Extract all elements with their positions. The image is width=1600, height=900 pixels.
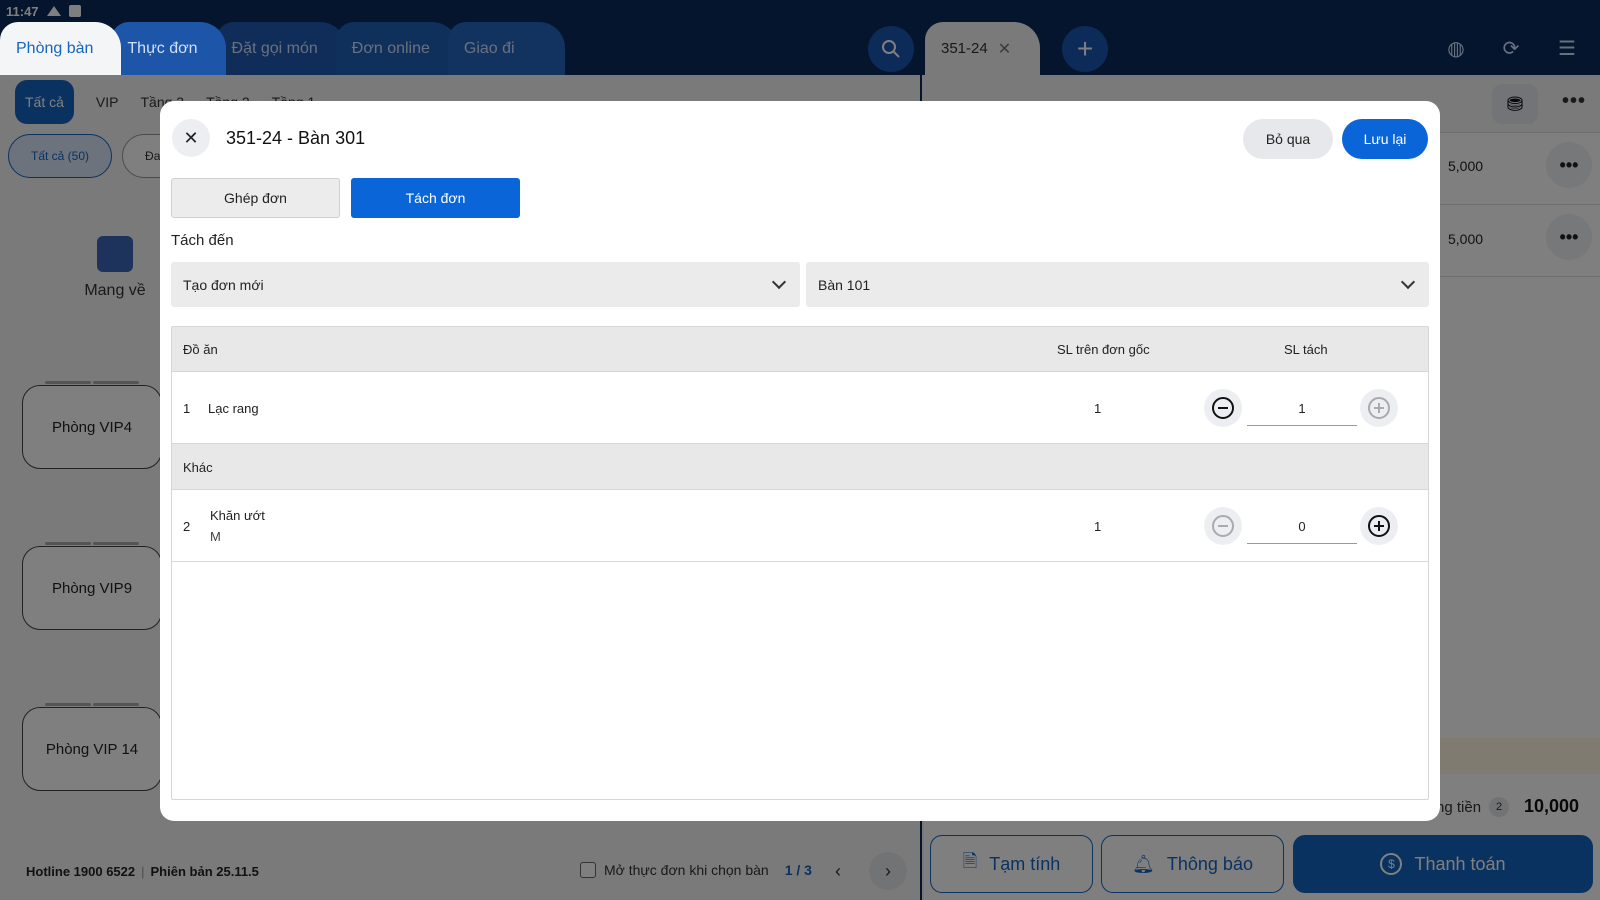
table-row: 2 Khăn ướt M 1 xyxy=(172,490,1428,562)
split-qty-input[interactable] xyxy=(1247,392,1357,426)
split-to-label: Tách đến xyxy=(171,232,234,249)
target-order-select[interactable]: Tạo đơn mới xyxy=(171,262,800,307)
merge-order-button[interactable]: Ghép đơn xyxy=(171,178,340,218)
skip-button[interactable]: Bỏ qua xyxy=(1243,119,1333,159)
header-split-qty: SL tách xyxy=(1284,342,1328,357)
decrease-button[interactable] xyxy=(1204,389,1242,427)
chevron-down-icon xyxy=(1400,274,1416,290)
row-number: 2 xyxy=(183,519,191,534)
increase-button[interactable] xyxy=(1360,507,1398,545)
target-table-select[interactable]: Bàn 101 xyxy=(806,262,1429,307)
target-table-value: Bàn 101 xyxy=(818,276,871,293)
decrease-button[interactable] xyxy=(1204,507,1242,545)
chevron-down-icon xyxy=(771,274,787,290)
plus-circle-icon xyxy=(1368,515,1390,537)
header-food: Đồ ăn xyxy=(183,342,218,357)
save-button[interactable]: Lưu lại xyxy=(1342,119,1428,159)
tab-phong-ban[interactable]: Phòng bàn xyxy=(0,22,122,75)
split-order-button[interactable]: Tách đơn xyxy=(351,178,520,218)
table-header: Đồ ăn SL trên đơn gốc SL tách xyxy=(172,327,1428,372)
dialog-title: 351-24 - Bàn 301 xyxy=(226,128,366,148)
group-row: Khác xyxy=(172,444,1428,490)
table-row: 1 Lạc rang 1 xyxy=(172,372,1428,444)
increase-button[interactable] xyxy=(1360,389,1398,427)
plus-circle-icon xyxy=(1368,397,1390,419)
row-orig-qty: 1 xyxy=(1094,401,1102,416)
row-item-name: Khăn ướt xyxy=(210,508,265,523)
close-dialog-button[interactable]: ✕ xyxy=(172,119,210,157)
row-orig-qty: 1 xyxy=(1094,519,1102,534)
row-item-name: Lạc rang xyxy=(208,401,259,416)
minus-circle-icon xyxy=(1212,515,1234,537)
group-label: Khác xyxy=(183,460,213,475)
minus-circle-icon xyxy=(1212,397,1234,419)
close-icon: ✕ xyxy=(183,127,199,148)
row-item-variant: M xyxy=(210,529,221,544)
split-order-dialog: ✕ 351-24 - Bàn 301 Bỏ qua Lưu lại Ghép đ… xyxy=(160,101,1440,821)
tab-thuc-don[interactable]: Thực đơn xyxy=(111,22,226,75)
target-order-value: Tạo đơn mới xyxy=(183,276,264,293)
split-items-table: Đồ ăn SL trên đơn gốc SL tách 1 Lạc rang… xyxy=(171,326,1429,800)
split-qty-input[interactable] xyxy=(1247,510,1357,544)
header-orig-qty: SL trên đơn gốc xyxy=(1057,342,1150,357)
row-number: 1 xyxy=(183,401,191,416)
